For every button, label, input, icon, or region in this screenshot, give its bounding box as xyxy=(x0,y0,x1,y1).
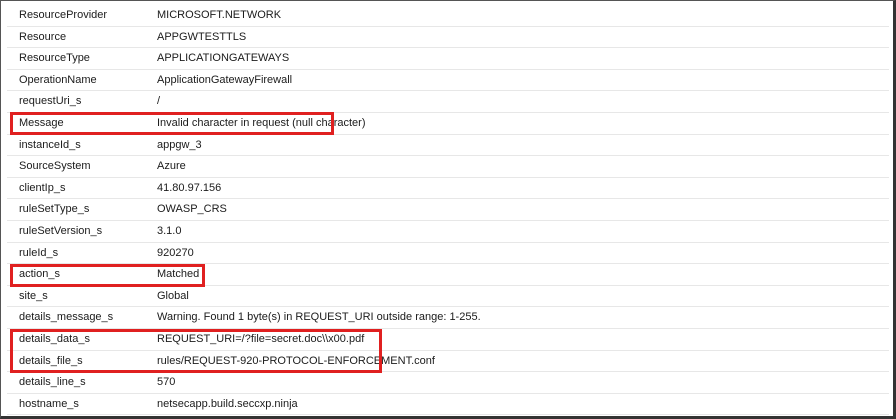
property-value: OWASP_CRS xyxy=(157,203,227,216)
property-key: ruleSetVersion_s xyxy=(19,224,103,237)
property-key: ResourceType xyxy=(19,52,90,65)
property-key: Resource xyxy=(19,30,67,43)
property-key: ResourceProvider xyxy=(19,9,108,21)
row-resourcetype: ResourceType APPLICATIONGATEWAYS xyxy=(7,48,889,70)
row-clientip: clientIp_s 41.80.97.156 xyxy=(7,178,889,200)
row-rulesettype: ruleSetType_s OWASP_CRS xyxy=(7,199,889,221)
property-value: 3.1.0 xyxy=(157,224,182,237)
row-operationname: OperationName ApplicationGatewayFirewall xyxy=(7,70,889,92)
property-key: site_s xyxy=(19,289,48,302)
property-value: APPGWTESTTLS xyxy=(157,30,247,43)
row-details-file: details_file_s rules/REQUEST-920-PROTOCO… xyxy=(7,351,889,373)
row-details-line: details_line_s 570 xyxy=(7,372,889,394)
row-hostname: hostname_s netsecapp.build.seccxp.ninja xyxy=(7,394,889,416)
property-key: OperationName xyxy=(19,73,97,86)
property-key: details_message_s xyxy=(19,311,114,324)
property-key: details_line_s xyxy=(19,376,86,389)
property-value: Warning. Found 1 byte(s) in REQUEST_URI … xyxy=(157,311,481,324)
property-value: APPLICATIONGATEWAYS xyxy=(157,52,290,65)
row-requesturi: requestUri_s / xyxy=(7,91,889,113)
property-value: MICROSOFT.NETWORK xyxy=(157,9,282,21)
row-instanceid: instanceId_s appgw_3 xyxy=(7,135,889,157)
log-details-panel: ResourceProvider MICROSOFT.NETWORK Resou… xyxy=(0,0,896,419)
property-value: 41.80.97.156 xyxy=(157,181,222,194)
property-value: netsecapp.build.seccxp.ninja xyxy=(157,397,298,410)
row-resourceprovider: ResourceProvider MICROSOFT.NETWORK xyxy=(7,5,889,27)
property-value: Azure xyxy=(157,160,186,173)
property-key: clientIp_s xyxy=(19,181,66,194)
property-value: / xyxy=(157,95,161,108)
property-key: instanceId_s xyxy=(19,138,81,151)
row-rulesetversion: ruleSetVersion_s 3.1.0 xyxy=(7,221,889,243)
property-value: REQUEST_URI=/?file=secret.doc\\x00.pdf xyxy=(157,332,365,345)
property-value: rules/REQUEST-920-PROTOCOL-ENFORCEMENT.c… xyxy=(157,354,435,367)
property-key: Message xyxy=(19,116,64,129)
property-value: Matched xyxy=(157,268,200,281)
property-value: appgw_3 xyxy=(157,138,202,151)
property-value: ApplicationGatewayFirewall xyxy=(157,73,293,86)
property-value: Global xyxy=(157,289,189,302)
property-list: ResourceProvider MICROSOFT.NETWORK Resou… xyxy=(7,5,889,416)
row-message: Message Invalid character in request (nu… xyxy=(7,113,889,135)
property-key: details_file_s xyxy=(19,354,83,367)
row-resource: Resource APPGWTESTTLS xyxy=(7,27,889,49)
property-value: 570 xyxy=(157,376,176,389)
row-details-data: details_data_s REQUEST_URI=/?file=secret… xyxy=(7,329,889,351)
property-key: requestUri_s xyxy=(19,95,82,108)
property-key: ruleSetType_s xyxy=(19,203,90,216)
property-key: hostname_s xyxy=(19,397,79,410)
row-details-message: details_message_s Warning. Found 1 byte(… xyxy=(7,307,889,329)
row-action: action_s Matched xyxy=(7,264,889,286)
property-value: Invalid character in request (null chara… xyxy=(157,116,366,129)
property-key: details_data_s xyxy=(19,332,90,345)
property-key: ruleId_s xyxy=(19,246,59,259)
row-site: site_s Global xyxy=(7,286,889,308)
property-key: SourceSystem xyxy=(19,160,91,173)
row-sourcesystem: SourceSystem Azure xyxy=(7,156,889,178)
property-value: 920270 xyxy=(157,246,194,259)
row-ruleid: ruleId_s 920270 xyxy=(7,243,889,265)
property-key: action_s xyxy=(19,268,60,281)
